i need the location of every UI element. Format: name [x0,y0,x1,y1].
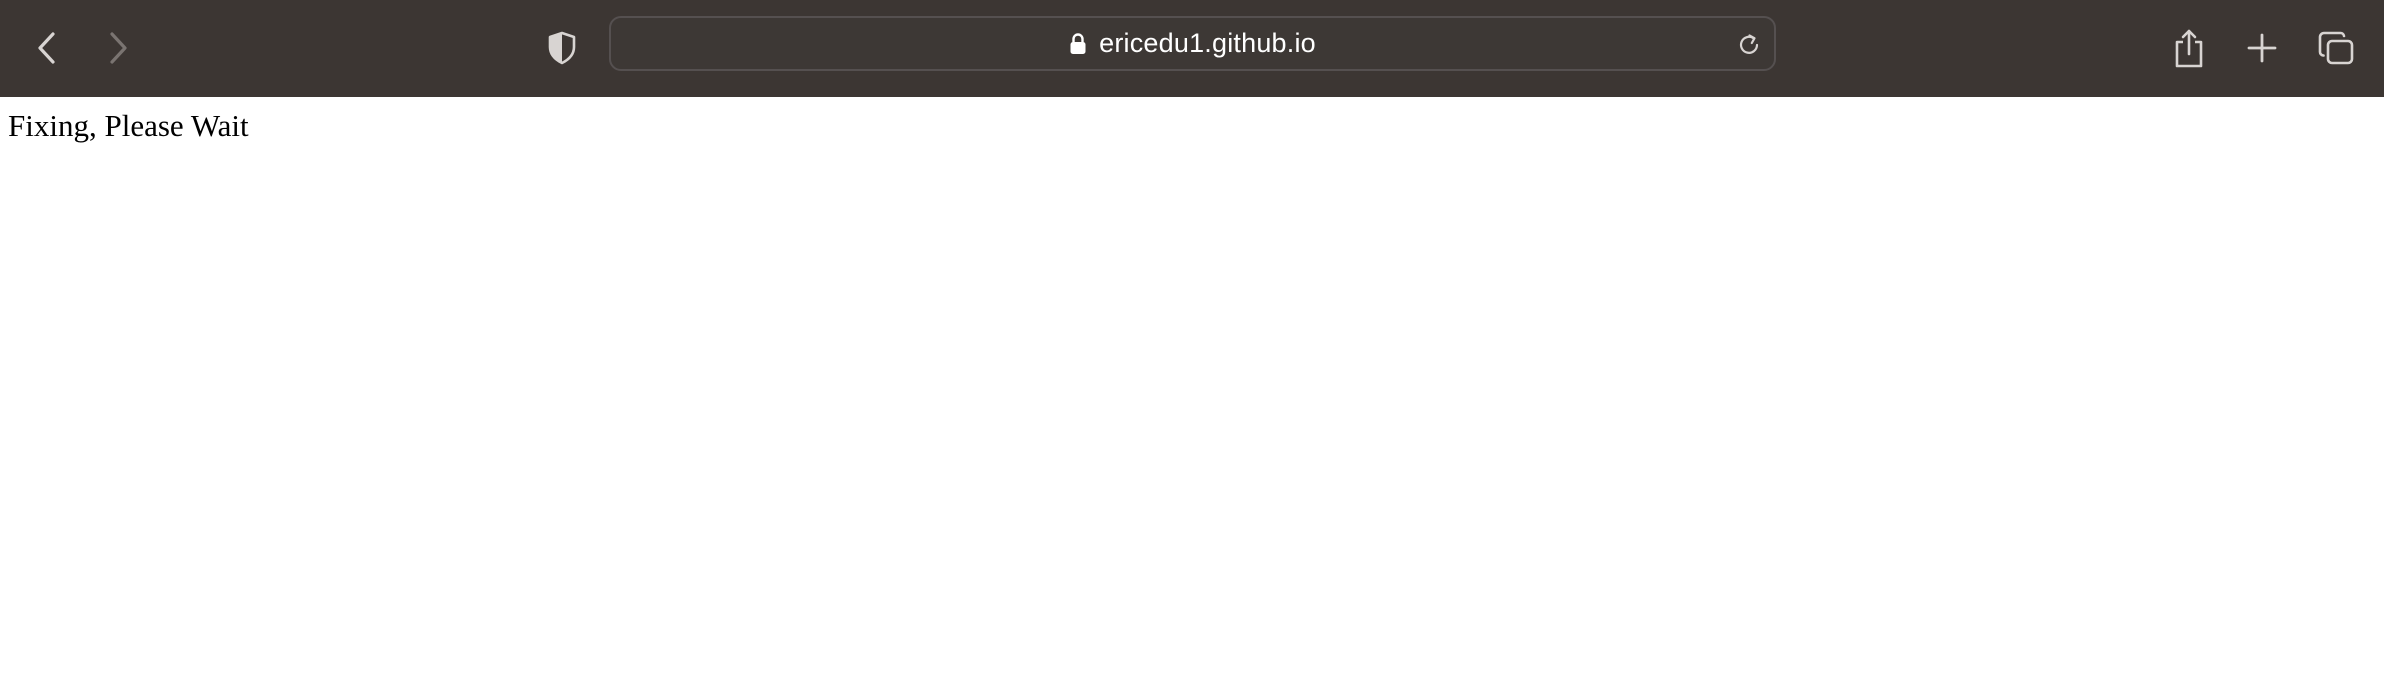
new-tab-button[interactable] [2228,14,2296,82]
address-bar[interactable]: ericedu1.github.io [609,16,1776,71]
reload-icon [1739,34,1759,54]
chevron-right-icon [110,32,127,64]
page-body-text: Fixing, Please Wait [8,108,249,143]
browser-toolbar: ericedu1.github.io [0,0,2384,97]
forward-button[interactable] [84,14,152,82]
lock-icon [1070,32,1086,54]
share-button[interactable] [2155,14,2223,82]
share-icon [2175,29,2203,68]
url-display[interactable]: ericedu1.github.io [611,18,1774,69]
privacy-report-button[interactable] [528,14,596,82]
plus-icon [2247,33,2277,63]
reload-button[interactable] [1734,30,1764,60]
back-button[interactable] [13,14,81,82]
tabs-icon [2318,31,2354,65]
shield-icon [548,31,576,65]
url-text: ericedu1.github.io [1099,28,1316,58]
chevron-left-icon [38,32,55,64]
page-content: Fixing, Please Wait [0,97,2384,686]
tab-overview-button[interactable] [2302,14,2370,82]
